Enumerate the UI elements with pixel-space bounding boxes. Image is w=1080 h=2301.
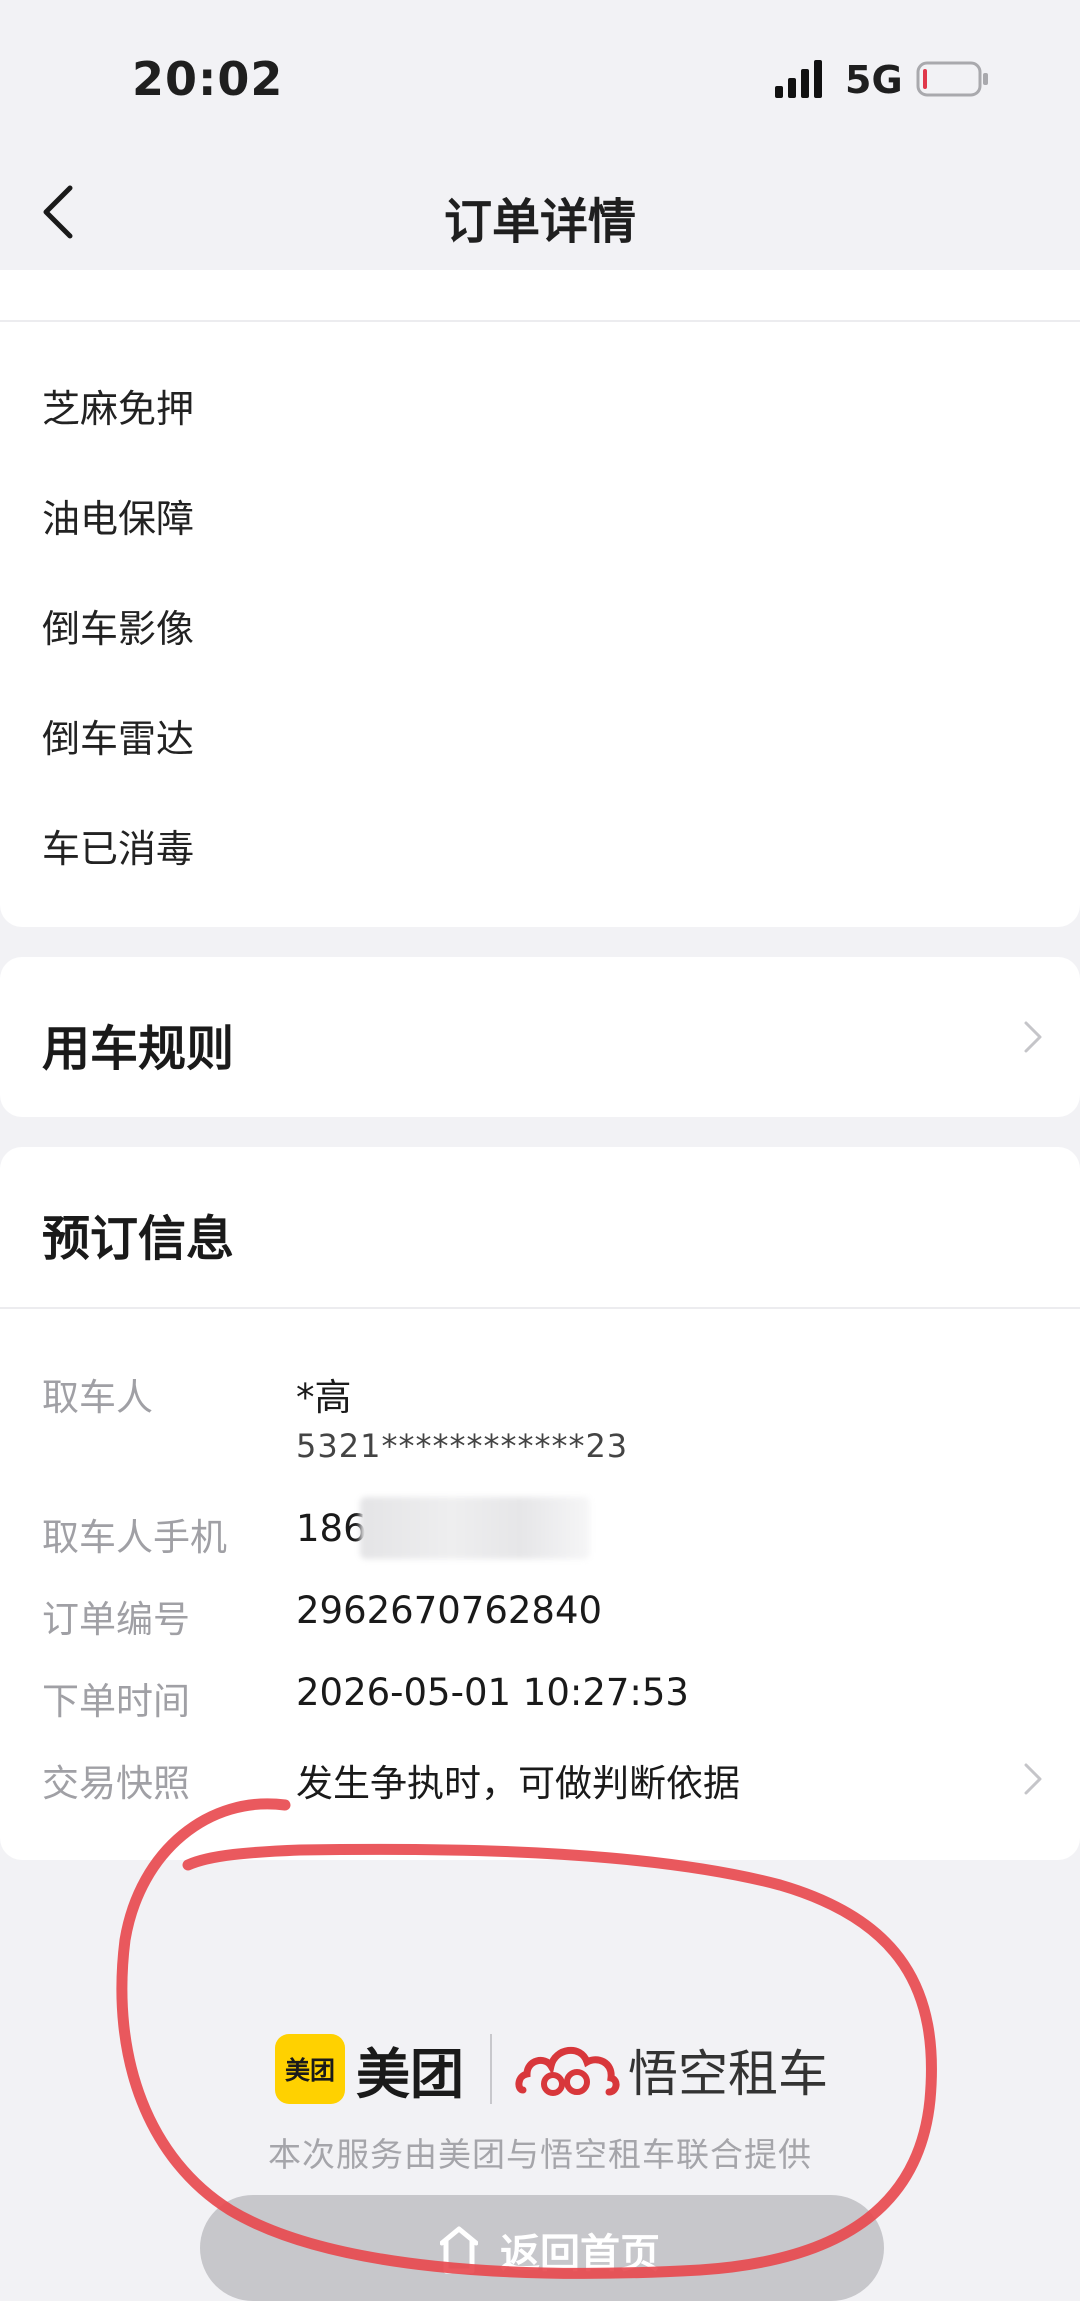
feature-item: 油电保障: [42, 497, 195, 541]
meituan-brand-name: 美团: [356, 2043, 464, 2106]
network-type-label: 5G: [845, 58, 903, 102]
status-time: 20:02: [132, 52, 284, 106]
meituan-logo: 美团: [275, 2034, 345, 2104]
chevron-right-icon: [1024, 1021, 1042, 1053]
order-number-label: 订单编号: [42, 1598, 190, 1641]
battery-icon: [916, 61, 988, 97]
brand-divider: [490, 2034, 492, 2104]
signal-icon: [775, 60, 822, 98]
order-time-label: 下单时间: [42, 1680, 190, 1723]
page-title: 订单详情: [443, 194, 636, 250]
wukong-brand-name: 悟空租车: [628, 2045, 828, 2103]
pickup-phone-label: 取车人手机: [42, 1516, 227, 1559]
status-bar: 20:02 5G: [0, 0, 1080, 160]
pickup-person-id-number: 5321************23: [296, 1427, 629, 1465]
pickup-person-label: 取车人: [42, 1376, 153, 1419]
partner-brand-footer: 美团 美团 悟空租车: [0, 2020, 1080, 2120]
feature-item: 车已消毒: [42, 827, 195, 871]
return-home-label: 返回首页: [500, 2231, 660, 2277]
pickup-person-name: *高: [296, 1376, 352, 1419]
divider: [0, 1307, 1080, 1309]
order-number-value: 2962670762840: [296, 1589, 603, 1632]
redacted-phone-digits: [360, 1497, 590, 1559]
transaction-snapshot-label: 交易快照: [42, 1762, 190, 1805]
rental-rules-row[interactable]: 用车规则: [0, 957, 1080, 1117]
booking-info-card: 预订信息 取车人 *高 5321************23 取车人手机 186…: [0, 1147, 1080, 1860]
rental-rules-title: 用车规则: [42, 1021, 235, 1077]
nav-bar: 订单详情: [0, 160, 1080, 270]
pickup-phone-value: 186: [296, 1507, 367, 1550]
feature-item: 倒车影像: [42, 607, 195, 651]
feature-item: 芝麻免押: [42, 387, 195, 431]
transaction-snapshot-link[interactable]: 发生争执时，可做判断依据: [296, 1753, 740, 1807]
booking-info-title: 预订信息: [42, 1211, 235, 1267]
feature-item: 倒车雷达: [42, 717, 195, 761]
vehicle-features-card: 芝麻免押 油电保障 倒车影像 倒车雷达 车已消毒: [0, 322, 1080, 927]
home-icon: [440, 2226, 478, 2274]
return-home-button[interactable]: 返回首页: [200, 2195, 884, 2301]
chevron-right-icon[interactable]: [1022, 1761, 1044, 1797]
order-summary-card-bottom-edge: [0, 270, 1080, 322]
wukong-cloud-logo-icon: [515, 2047, 620, 2096]
order-time-value: 2026-05-01 10:27:53: [296, 1671, 689, 1714]
service-provider-note: 本次服务由美团与悟空租车联合提供: [268, 2135, 812, 2174]
